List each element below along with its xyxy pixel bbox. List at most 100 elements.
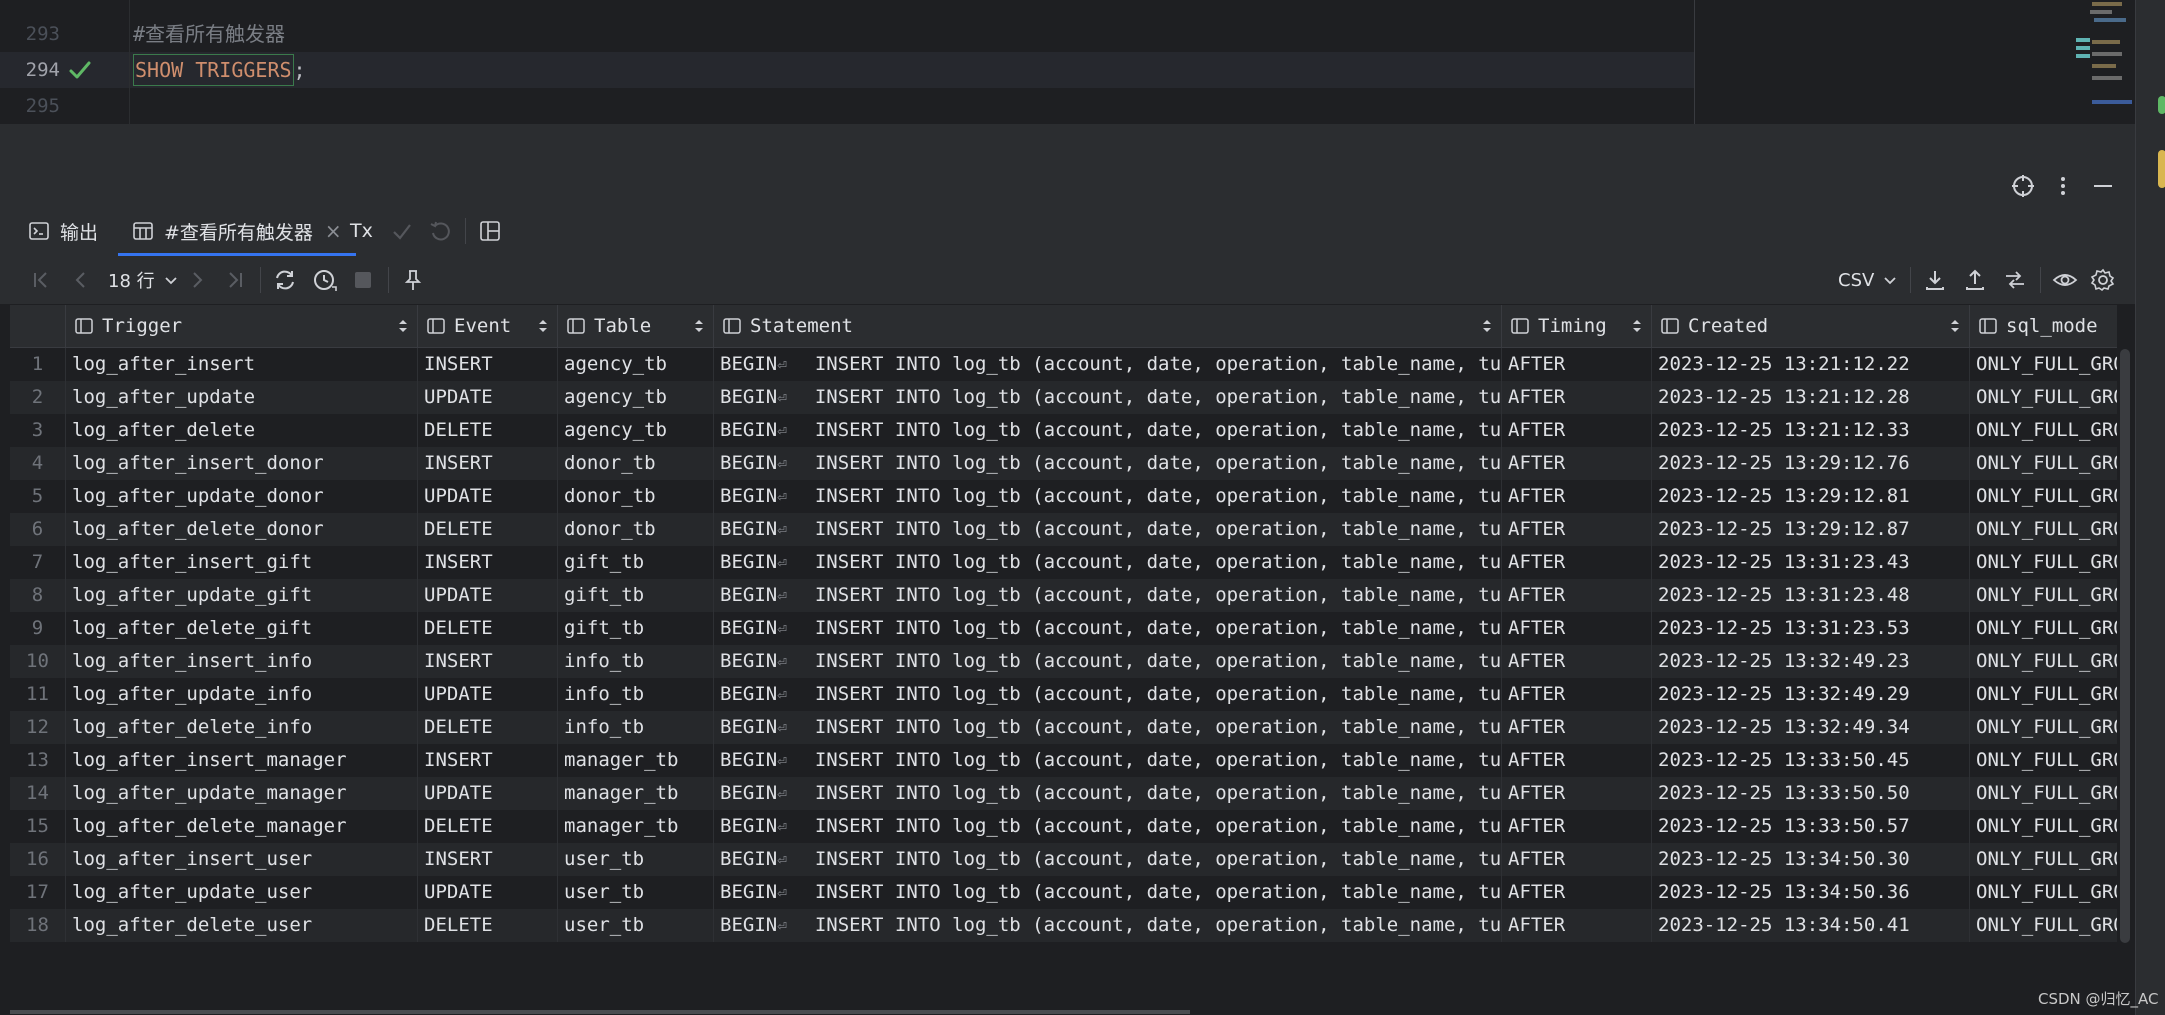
cell-trigger[interactable]: log_after_insert_gift — [66, 546, 418, 579]
table-row[interactable]: 11 log_after_update_info UPDATE info_tb BEGI… — [10, 678, 2117, 711]
cell-statement[interactable]: BEGIN⏎ INSERT INTO log_tb (account, date,… — [714, 480, 1502, 513]
cell-timing[interactable]: AFTER — [1502, 381, 1652, 414]
cell-statement[interactable]: BEGIN⏎ INSERT INTO log_tb (account, date,… — [714, 876, 1502, 909]
cell-statement[interactable]: BEGIN⏎ INSERT INTO log_tb (account, date,… — [714, 777, 1502, 810]
table-row[interactable]: 15 log_after_delete_manager DELETE manager_… — [10, 810, 2117, 843]
cell-timing[interactable]: AFTER — [1502, 645, 1652, 678]
cell-trigger[interactable]: log_after_update_donor — [66, 480, 418, 513]
cell-timing[interactable]: AFTER — [1502, 447, 1652, 480]
cell-table[interactable]: gift_tb — [558, 546, 714, 579]
cell-event[interactable]: DELETE — [418, 909, 558, 942]
cell-sql-mode[interactable]: ONLY_FULL_GROU — [1970, 546, 2117, 579]
cell-created[interactable]: 2023-12-25 13:33:50.50 — [1652, 777, 1970, 810]
cell-trigger[interactable]: log_after_delete_user — [66, 909, 418, 942]
cell-timing[interactable]: AFTER — [1502, 876, 1652, 909]
compare-icon[interactable] — [2002, 267, 2028, 293]
cell-statement[interactable]: BEGIN⏎ INSERT INTO log_tb (account, date,… — [714, 909, 1502, 942]
cell-table[interactable]: manager_tb — [558, 810, 714, 843]
target-icon[interactable] — [2010, 173, 2036, 199]
tab-result-triggers[interactable]: #查看所有触发器 × — [118, 206, 356, 256]
cell-table[interactable]: agency_tb — [558, 414, 714, 447]
cell-trigger[interactable]: log_after_delete_info — [66, 711, 418, 744]
cell-created[interactable]: 2023-12-25 13:34:50.41 — [1652, 909, 1970, 942]
cell-created[interactable]: 2023-12-25 13:21:12.28 — [1652, 381, 1970, 414]
cell-created[interactable]: 2023-12-25 13:29:12.81 — [1652, 480, 1970, 513]
row-number[interactable]: 8 — [10, 579, 66, 612]
cell-trigger[interactable]: log_after_insert_info — [66, 645, 418, 678]
cell-table[interactable]: user_tb — [558, 843, 714, 876]
cell-statement[interactable]: BEGIN⏎ INSERT INTO log_tb (account, date,… — [714, 579, 1502, 612]
cell-table[interactable]: info_tb — [558, 711, 714, 744]
column-header-event[interactable]: Event — [418, 305, 558, 347]
cell-sql-mode[interactable]: ONLY_FULL_GROU — [1970, 744, 2117, 777]
sort-icon[interactable] — [1631, 317, 1643, 335]
cell-sql-mode[interactable]: ONLY_FULL_GROU — [1970, 414, 2117, 447]
cell-trigger[interactable]: log_after_insert_donor — [66, 447, 418, 480]
row-number[interactable]: 18 — [10, 909, 66, 942]
cell-created[interactable]: 2023-12-25 13:31:23.53 — [1652, 612, 1970, 645]
table-row[interactable]: 12 log_after_delete_info DELETE info_tb BEGI… — [10, 711, 2117, 744]
cell-created[interactable]: 2023-12-25 13:33:50.57 — [1652, 810, 1970, 843]
cell-table[interactable]: info_tb — [558, 645, 714, 678]
tab-output[interactable]: 输出 — [28, 206, 98, 256]
minimize-icon[interactable] — [2090, 173, 2116, 199]
cell-created[interactable]: 2023-12-25 13:32:49.29 — [1652, 678, 1970, 711]
next-page-icon[interactable] — [184, 267, 210, 293]
row-number[interactable]: 10 — [10, 645, 66, 678]
cell-table[interactable]: agency_tb — [558, 348, 714, 381]
cell-event[interactable]: DELETE — [418, 810, 558, 843]
cell-created[interactable]: 2023-12-25 13:29:12.87 — [1652, 513, 1970, 546]
cell-sql-mode[interactable]: ONLY_FULL_GROU — [1970, 711, 2117, 744]
cell-timing[interactable]: AFTER — [1502, 546, 1652, 579]
column-header-table[interactable]: Table — [558, 305, 714, 347]
cell-sql-mode[interactable]: ONLY_FULL_GROU — [1970, 909, 2117, 942]
cell-created[interactable]: 2023-12-25 13:21:12.22 — [1652, 348, 1970, 381]
cell-timing[interactable]: AFTER — [1502, 612, 1652, 645]
cell-sql-mode[interactable]: ONLY_FULL_GROU — [1970, 579, 2117, 612]
cell-event[interactable]: INSERT — [418, 546, 558, 579]
row-number[interactable]: 7 — [10, 546, 66, 579]
cell-event[interactable]: DELETE — [418, 414, 558, 447]
editor-line[interactable]: 295 — [0, 88, 1694, 124]
table-row[interactable]: 10 log_after_insert_info INSERT info_tb BEGI… — [10, 645, 2117, 678]
cell-event[interactable]: UPDATE — [418, 777, 558, 810]
table-row[interactable]: 16 log_after_insert_user INSERT user_tb BEGI… — [10, 843, 2117, 876]
cell-timing[interactable]: AFTER — [1502, 810, 1652, 843]
cell-statement[interactable]: BEGIN⏎ INSERT INTO log_tb (account, date,… — [714, 447, 1502, 480]
result-grid[interactable]: Trigger Event Table Statement Timing Cre… — [10, 305, 2117, 943]
cell-table[interactable]: info_tb — [558, 678, 714, 711]
transaction-mode-button[interactable]: Tx — [350, 206, 373, 256]
row-number[interactable]: 16 — [10, 843, 66, 876]
sort-icon[interactable] — [1481, 317, 1493, 335]
cell-sql-mode[interactable]: ONLY_FULL_GROU — [1970, 777, 2117, 810]
page-size-select[interactable]: 18 行 — [108, 264, 179, 296]
cell-trigger[interactable]: log_after_delete — [66, 414, 418, 447]
last-page-icon[interactable] — [222, 267, 248, 293]
sort-icon[interactable] — [397, 317, 409, 335]
cell-statement[interactable]: BEGIN⏎ INSERT INTO log_tb (account, date,… — [714, 513, 1502, 546]
prev-page-icon[interactable] — [68, 267, 94, 293]
cell-sql-mode[interactable]: ONLY_FULL_GROU — [1970, 876, 2117, 909]
cell-event[interactable]: UPDATE — [418, 678, 558, 711]
cell-trigger[interactable]: log_after_delete_donor — [66, 513, 418, 546]
column-header-trigger[interactable]: Trigger — [66, 305, 418, 347]
cell-timing[interactable]: AFTER — [1502, 711, 1652, 744]
cell-timing[interactable]: AFTER — [1502, 513, 1652, 546]
cell-sql-mode[interactable]: ONLY_FULL_GROU — [1970, 843, 2117, 876]
row-number[interactable]: 13 — [10, 744, 66, 777]
table-row[interactable]: 17 log_after_update_user UPDATE user_tb BEGI… — [10, 876, 2117, 909]
cell-event[interactable]: DELETE — [418, 612, 558, 645]
sql-editor[interactable]: 292 293 #查看所有触发器 294 SHOW TRIGGERS; 295 — [0, 0, 2165, 124]
cell-event[interactable]: INSERT — [418, 645, 558, 678]
table-row[interactable]: 18 log_after_delete_user DELETE user_tb BEGI… — [10, 909, 2117, 942]
row-number[interactable]: 6 — [10, 513, 66, 546]
upload-icon[interactable] — [1962, 267, 1988, 293]
table-row[interactable]: 13 log_after_insert_manager INSERT manager_… — [10, 744, 2117, 777]
row-number[interactable]: 17 — [10, 876, 66, 909]
cell-table[interactable]: donor_tb — [558, 480, 714, 513]
cell-sql-mode[interactable]: ONLY_FULL_GROU — [1970, 612, 2117, 645]
cell-trigger[interactable]: log_after_update_info — [66, 678, 418, 711]
row-number[interactable]: 12 — [10, 711, 66, 744]
cell-created[interactable]: 2023-12-25 13:33:50.45 — [1652, 744, 1970, 777]
cell-trigger[interactable]: log_after_update — [66, 381, 418, 414]
